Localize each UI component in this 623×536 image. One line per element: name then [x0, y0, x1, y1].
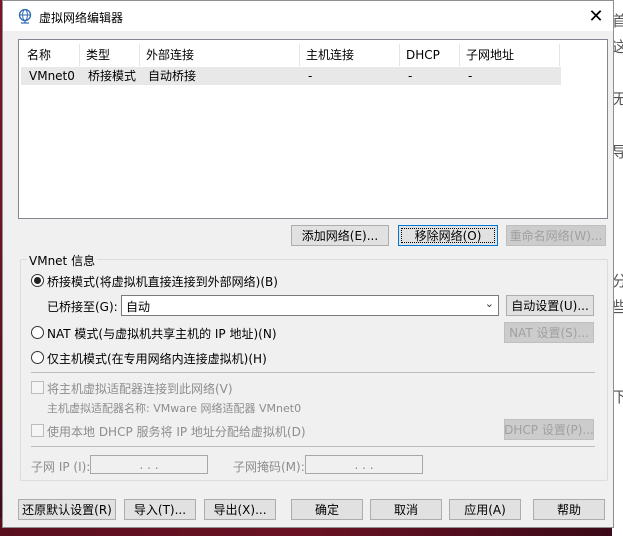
export-button[interactable]: 导出(X)...	[204, 499, 276, 520]
column-header-dhcp[interactable]: DHCP	[400, 44, 460, 66]
list-header: 名称 类型 外部连接 主机连接 DHCP 子网地址	[19, 44, 607, 66]
nat-mode-radio[interactable]	[31, 326, 44, 339]
add-network-button[interactable]: 添加网络(E)...	[291, 225, 389, 246]
vmnet-info-group	[20, 259, 608, 481]
column-header-external[interactable]: 外部连接	[140, 44, 300, 66]
ok-button[interactable]: 确定	[291, 499, 363, 520]
close-button[interactable]: ✕	[579, 1, 613, 31]
divider	[31, 446, 595, 447]
bridged-to-value: 自动	[126, 300, 151, 314]
host-adapter-name: 主机虚拟适配器名称: VMware 网络适配器 VMnet0	[47, 402, 302, 415]
nat-mode-label[interactable]: NAT 模式(与虚拟机共享主机的 IP 地址)(N)	[47, 325, 277, 342]
chevron-down-icon: ⌄	[484, 297, 494, 310]
column-header-name[interactable]: 名称	[21, 44, 80, 66]
use-dhcp-label[interactable]: 使用本地 DHCP 服务将 IP 地址分配给虚拟机(D)	[47, 423, 306, 440]
remove-network-button[interactable]: 移除网络(O)	[398, 225, 498, 246]
subnet-ip-field[interactable]: . . .	[90, 455, 208, 474]
help-button[interactable]: 帮助	[533, 499, 605, 520]
cell-type: 桥接模式	[88, 69, 137, 83]
cancel-button[interactable]: 取消	[370, 499, 442, 520]
nat-settings-button[interactable]: NAT 设置(S)...	[504, 322, 594, 343]
connect-host-adapter-label[interactable]: 将主机虚拟适配器连接到此网络(V)	[47, 380, 233, 397]
cell-host: -	[308, 69, 313, 83]
cell-dhcp: -	[408, 69, 413, 83]
cell-name: VMnet0	[29, 69, 75, 83]
virtual-network-editor-dialog: 虚拟网络编辑器 ✕ 名称 类型 外部连接 主机连接 DHCP 子网地址 VMne…	[2, 0, 614, 528]
bridged-mode-radio[interactable]	[31, 274, 44, 287]
cell-external: 自动桥接	[148, 69, 197, 83]
host-only-mode-radio[interactable]	[31, 351, 44, 364]
restore-defaults-button[interactable]: 还原默认设置(R)	[18, 499, 116, 520]
apply-button[interactable]: 应用(A)	[449, 499, 521, 520]
title-bar: 虚拟网络编辑器 ✕	[3, 1, 613, 31]
dhcp-settings-button[interactable]: DHCP 设置(P)...	[504, 419, 594, 440]
subnet-ip-label: 子网 IP (I):	[31, 460, 91, 474]
auto-settings-button[interactable]: 自动设置(U)...	[506, 295, 594, 316]
vmnet-info-label: VMnet 信息	[27, 252, 98, 269]
divider	[31, 372, 595, 373]
column-header-subnet[interactable]: 子网地址	[460, 44, 560, 66]
window-title: 虚拟网络编辑器	[39, 11, 124, 25]
close-icon: ✕	[588, 5, 604, 27]
rename-network-button[interactable]: 重命名网络(W)...	[506, 225, 606, 246]
network-list[interactable]: 名称 类型 外部连接 主机连接 DHCP 子网地址 VMnet0 桥接模式 自动…	[18, 39, 608, 219]
subnet-mask-label: 子网掩码(M):	[233, 460, 305, 474]
subnet-mask-field[interactable]: . . .	[305, 455, 423, 474]
bridged-mode-label[interactable]: 桥接模式(将虚拟机直接连接到外部网络)(B)	[47, 273, 278, 290]
bridged-to-select[interactable]: 自动 ⌄	[121, 295, 499, 316]
column-header-host[interactable]: 主机连接	[300, 44, 400, 66]
host-only-mode-label[interactable]: 仅主机模式(在专用网络内连接虚拟机)(H)	[47, 350, 267, 367]
cell-subnet: -	[468, 69, 473, 83]
import-button[interactable]: 导入(T)...	[124, 499, 196, 520]
connect-host-adapter-checkbox[interactable]	[31, 381, 44, 394]
table-row[interactable]: VMnet0 桥接模式 自动桥接 - - -	[21, 67, 561, 85]
globe-network-icon	[18, 8, 32, 24]
column-header-type[interactable]: 类型	[80, 44, 140, 66]
bridged-to-label: 已桥接至(G):	[47, 300, 118, 314]
use-dhcp-checkbox[interactable]	[31, 424, 44, 437]
